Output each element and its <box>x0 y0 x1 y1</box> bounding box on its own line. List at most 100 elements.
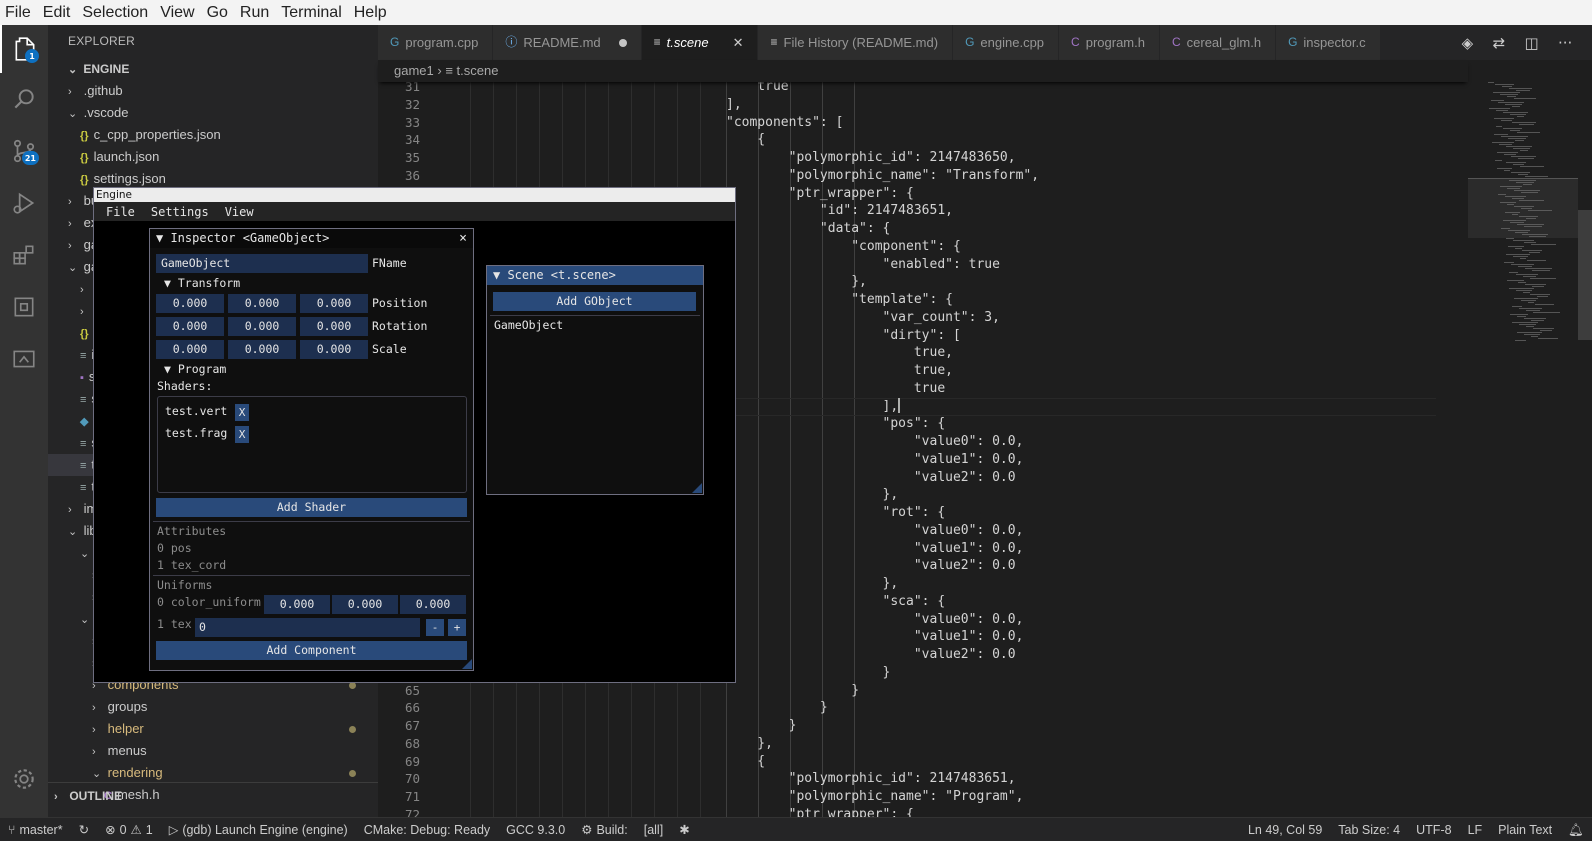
scene-title[interactable]: ▼ Scene <t.scene> <box>487 266 703 285</box>
search-activity[interactable] <box>0 75 48 123</box>
branch-status[interactable]: ⑂ master* <box>0 818 71 841</box>
file-type-icon: ≡ <box>653 35 661 49</box>
encoding[interactable]: UTF-8 <box>1408 818 1459 841</box>
minimap[interactable] <box>1468 60 1578 817</box>
sync-button[interactable]: ↻ <box>71 818 97 841</box>
position-y-input[interactable]: 0.000 <box>228 294 296 313</box>
resize-grip[interactable] <box>692 483 702 493</box>
build-target[interactable]: [all] <box>636 818 671 841</box>
color-uniform-b-input[interactable]: 0.000 <box>400 595 466 614</box>
folder-item[interactable]: › menus <box>48 740 378 762</box>
notifications-button[interactable]: 🔔︎ <box>1560 818 1592 841</box>
rotation-x-input[interactable]: 0.000 <box>156 317 224 336</box>
split-editor-icon[interactable]: ◫ <box>1524 34 1538 52</box>
explorer-activity[interactable]: 1 <box>0 25 48 73</box>
open-changes-icon[interactable]: ⇄ <box>1493 34 1506 52</box>
run-debug-activity[interactable] <box>0 179 48 227</box>
decrement-button[interactable]: - <box>426 619 444 636</box>
increment-button[interactable]: + <box>448 619 466 636</box>
transform-header[interactable]: ▼ Transform <box>164 274 240 293</box>
launch-status[interactable]: ▷ (gdb) Launch Engine (engine) <box>161 818 356 841</box>
file-item[interactable]: {} launch.json <box>48 146 378 168</box>
settings-activity[interactable] <box>0 755 48 803</box>
remove-shader-button[interactable]: X <box>235 404 249 421</box>
editor-tab[interactable]: ≡ t.scene ✕ <box>641 25 759 60</box>
problems-status[interactable]: ⊗ 0 ⚠ 1 <box>97 818 161 841</box>
tab-size[interactable]: Tab Size: 4 <box>1330 818 1408 841</box>
name-input[interactable]: GameObject <box>156 254 368 273</box>
menu-edit[interactable]: Edit <box>37 0 77 25</box>
folder-item[interactable]: › groups <box>48 696 378 718</box>
folder-item[interactable]: ⌄ .vscode <box>48 102 378 124</box>
add-component-button[interactable]: Add Component <box>156 641 467 660</box>
outline-section-header[interactable]: › OUTLINE <box>48 782 378 817</box>
remove-shader-button[interactable]: X <box>235 426 249 443</box>
editor-tab[interactable]: ≡ File History (README.md) <box>758 25 954 60</box>
language-mode[interactable]: Plain Text <box>1490 818 1560 841</box>
file-item[interactable]: {} c_cpp_properties.json <box>48 124 378 146</box>
editor-tab[interactable]: Ginspector.c <box>1276 25 1381 60</box>
workspace-section-header[interactable]: ⌄ ENGINE <box>48 58 378 80</box>
menu-view[interactable]: View <box>154 0 200 25</box>
rotation-y-input[interactable]: 0.000 <box>228 317 296 336</box>
close-icon[interactable]: ✕ <box>733 25 744 60</box>
menu-file[interactable]: File <box>0 0 37 25</box>
folder-item[interactable]: ⌄ rendering <box>48 762 378 784</box>
close-icon[interactable]: × <box>459 229 467 248</box>
minimap-line <box>1509 288 1534 289</box>
debug-button[interactable]: ✱ <box>671 818 697 841</box>
scene-item[interactable]: GameObject <box>494 316 563 335</box>
build-button[interactable]: ⚙ Build: <box>573 818 636 841</box>
rotation-z-input[interactable]: 0.000 <box>300 317 368 336</box>
minimap-line <box>1515 248 1522 249</box>
menu-terminal[interactable]: Terminal <box>275 0 347 25</box>
eol[interactable]: LF <box>1460 818 1491 841</box>
tex-uniform-input[interactable]: 0 <box>195 618 420 637</box>
compiler-status[interactable]: GCC 9.3.0 <box>498 818 573 841</box>
code-line: "value1": 0.0, <box>726 629 1024 645</box>
activity-bar: 1 21 <box>0 25 48 817</box>
scale-y-input[interactable]: 0.000 <box>228 340 296 359</box>
add-shader-button[interactable]: Add Shader <box>156 498 467 517</box>
add-gobject-button[interactable]: Add GObject <box>493 292 696 311</box>
engine-menu-view[interactable]: View <box>217 205 262 219</box>
menu-go[interactable]: Go <box>201 0 234 25</box>
engine-menu-file[interactable]: File <box>94 205 143 219</box>
resize-grip[interactable] <box>462 659 472 669</box>
cursor-position[interactable]: Ln 49, Col 59 <box>1240 818 1330 841</box>
editor-tab[interactable]: ⓘ README.md <box>493 25 642 60</box>
scale-x-input[interactable]: 0.000 <box>156 340 224 359</box>
scrollbar-thumb[interactable] <box>1578 210 1592 340</box>
minimap-line <box>1506 146 1532 147</box>
breadcrumb-folder[interactable]: game1 <box>394 63 434 78</box>
color-uniform-r-input[interactable]: 0.000 <box>264 595 330 614</box>
scale-z-input[interactable]: 0.000 <box>300 340 368 359</box>
folder-item[interactable]: › .github <box>48 80 378 102</box>
minimap-line <box>1505 104 1522 105</box>
engine-menu-settings[interactable]: Settings <box>143 205 217 219</box>
menu-run[interactable]: Run <box>234 0 275 25</box>
minimap-line <box>1513 164 1524 165</box>
more-actions-icon[interactable]: ··· <box>1558 34 1572 52</box>
source-control-activity[interactable]: 21 <box>0 127 48 175</box>
test-activity[interactable] <box>0 283 48 331</box>
editor-tab[interactable]: Cprogram.h <box>1059 25 1160 60</box>
vertical-scrollbar[interactable] <box>1578 60 1592 817</box>
extensions-activity[interactable] <box>0 231 48 279</box>
git-compare-icon[interactable]: ◈ <box>1462 34 1474 52</box>
menu-selection[interactable]: Selection <box>76 0 154 25</box>
cmake-status[interactable]: CMake: Debug: Ready <box>356 818 498 841</box>
editor-tab[interactable]: Ccereal_glm.h <box>1159 25 1277 60</box>
color-uniform-g-input[interactable]: 0.000 <box>332 595 398 614</box>
position-x-input[interactable]: 0.000 <box>156 294 224 313</box>
folder-item[interactable]: › helper <box>48 718 378 740</box>
menu-help[interactable]: Help <box>348 0 393 25</box>
engine-window-title[interactable]: Engine <box>94 188 735 202</box>
editor-tab[interactable]: Gprogram.cpp <box>378 25 494 60</box>
position-z-input[interactable]: 0.000 <box>300 294 368 313</box>
editor-tab[interactable]: Gengine.cpp <box>953 25 1060 60</box>
breadcrumb-file[interactable]: t.scene <box>457 63 499 78</box>
minimap-slider[interactable] <box>1468 178 1578 238</box>
remote-activity[interactable] <box>0 335 48 383</box>
inspector-title[interactable]: ▼ Inspector <GameObject> <box>150 229 473 248</box>
